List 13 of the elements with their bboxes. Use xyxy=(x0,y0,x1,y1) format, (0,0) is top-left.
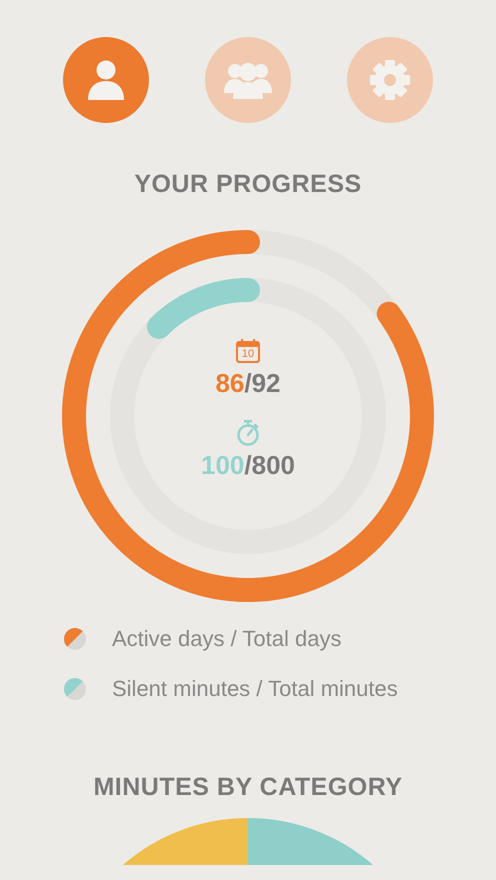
person-icon xyxy=(87,60,125,100)
progress-value: 100/800 xyxy=(201,450,295,480)
legend-pie-icon xyxy=(64,628,86,650)
legend-label: Active days / Total days xyxy=(112,625,342,653)
legend-label: Silent minutes / Total minutes xyxy=(112,675,398,703)
group-icon xyxy=(224,61,272,99)
progress-value: 86/92 xyxy=(215,368,281,398)
stopwatch-icon xyxy=(236,420,260,446)
section-title: YOUR PROGRESS xyxy=(134,170,362,198)
calendar-icon: 10 xyxy=(235,338,261,364)
settings-icon xyxy=(369,59,411,101)
section-title: MINUTES BY CATEGORY xyxy=(93,773,403,801)
legend-pie-icon xyxy=(64,678,86,700)
